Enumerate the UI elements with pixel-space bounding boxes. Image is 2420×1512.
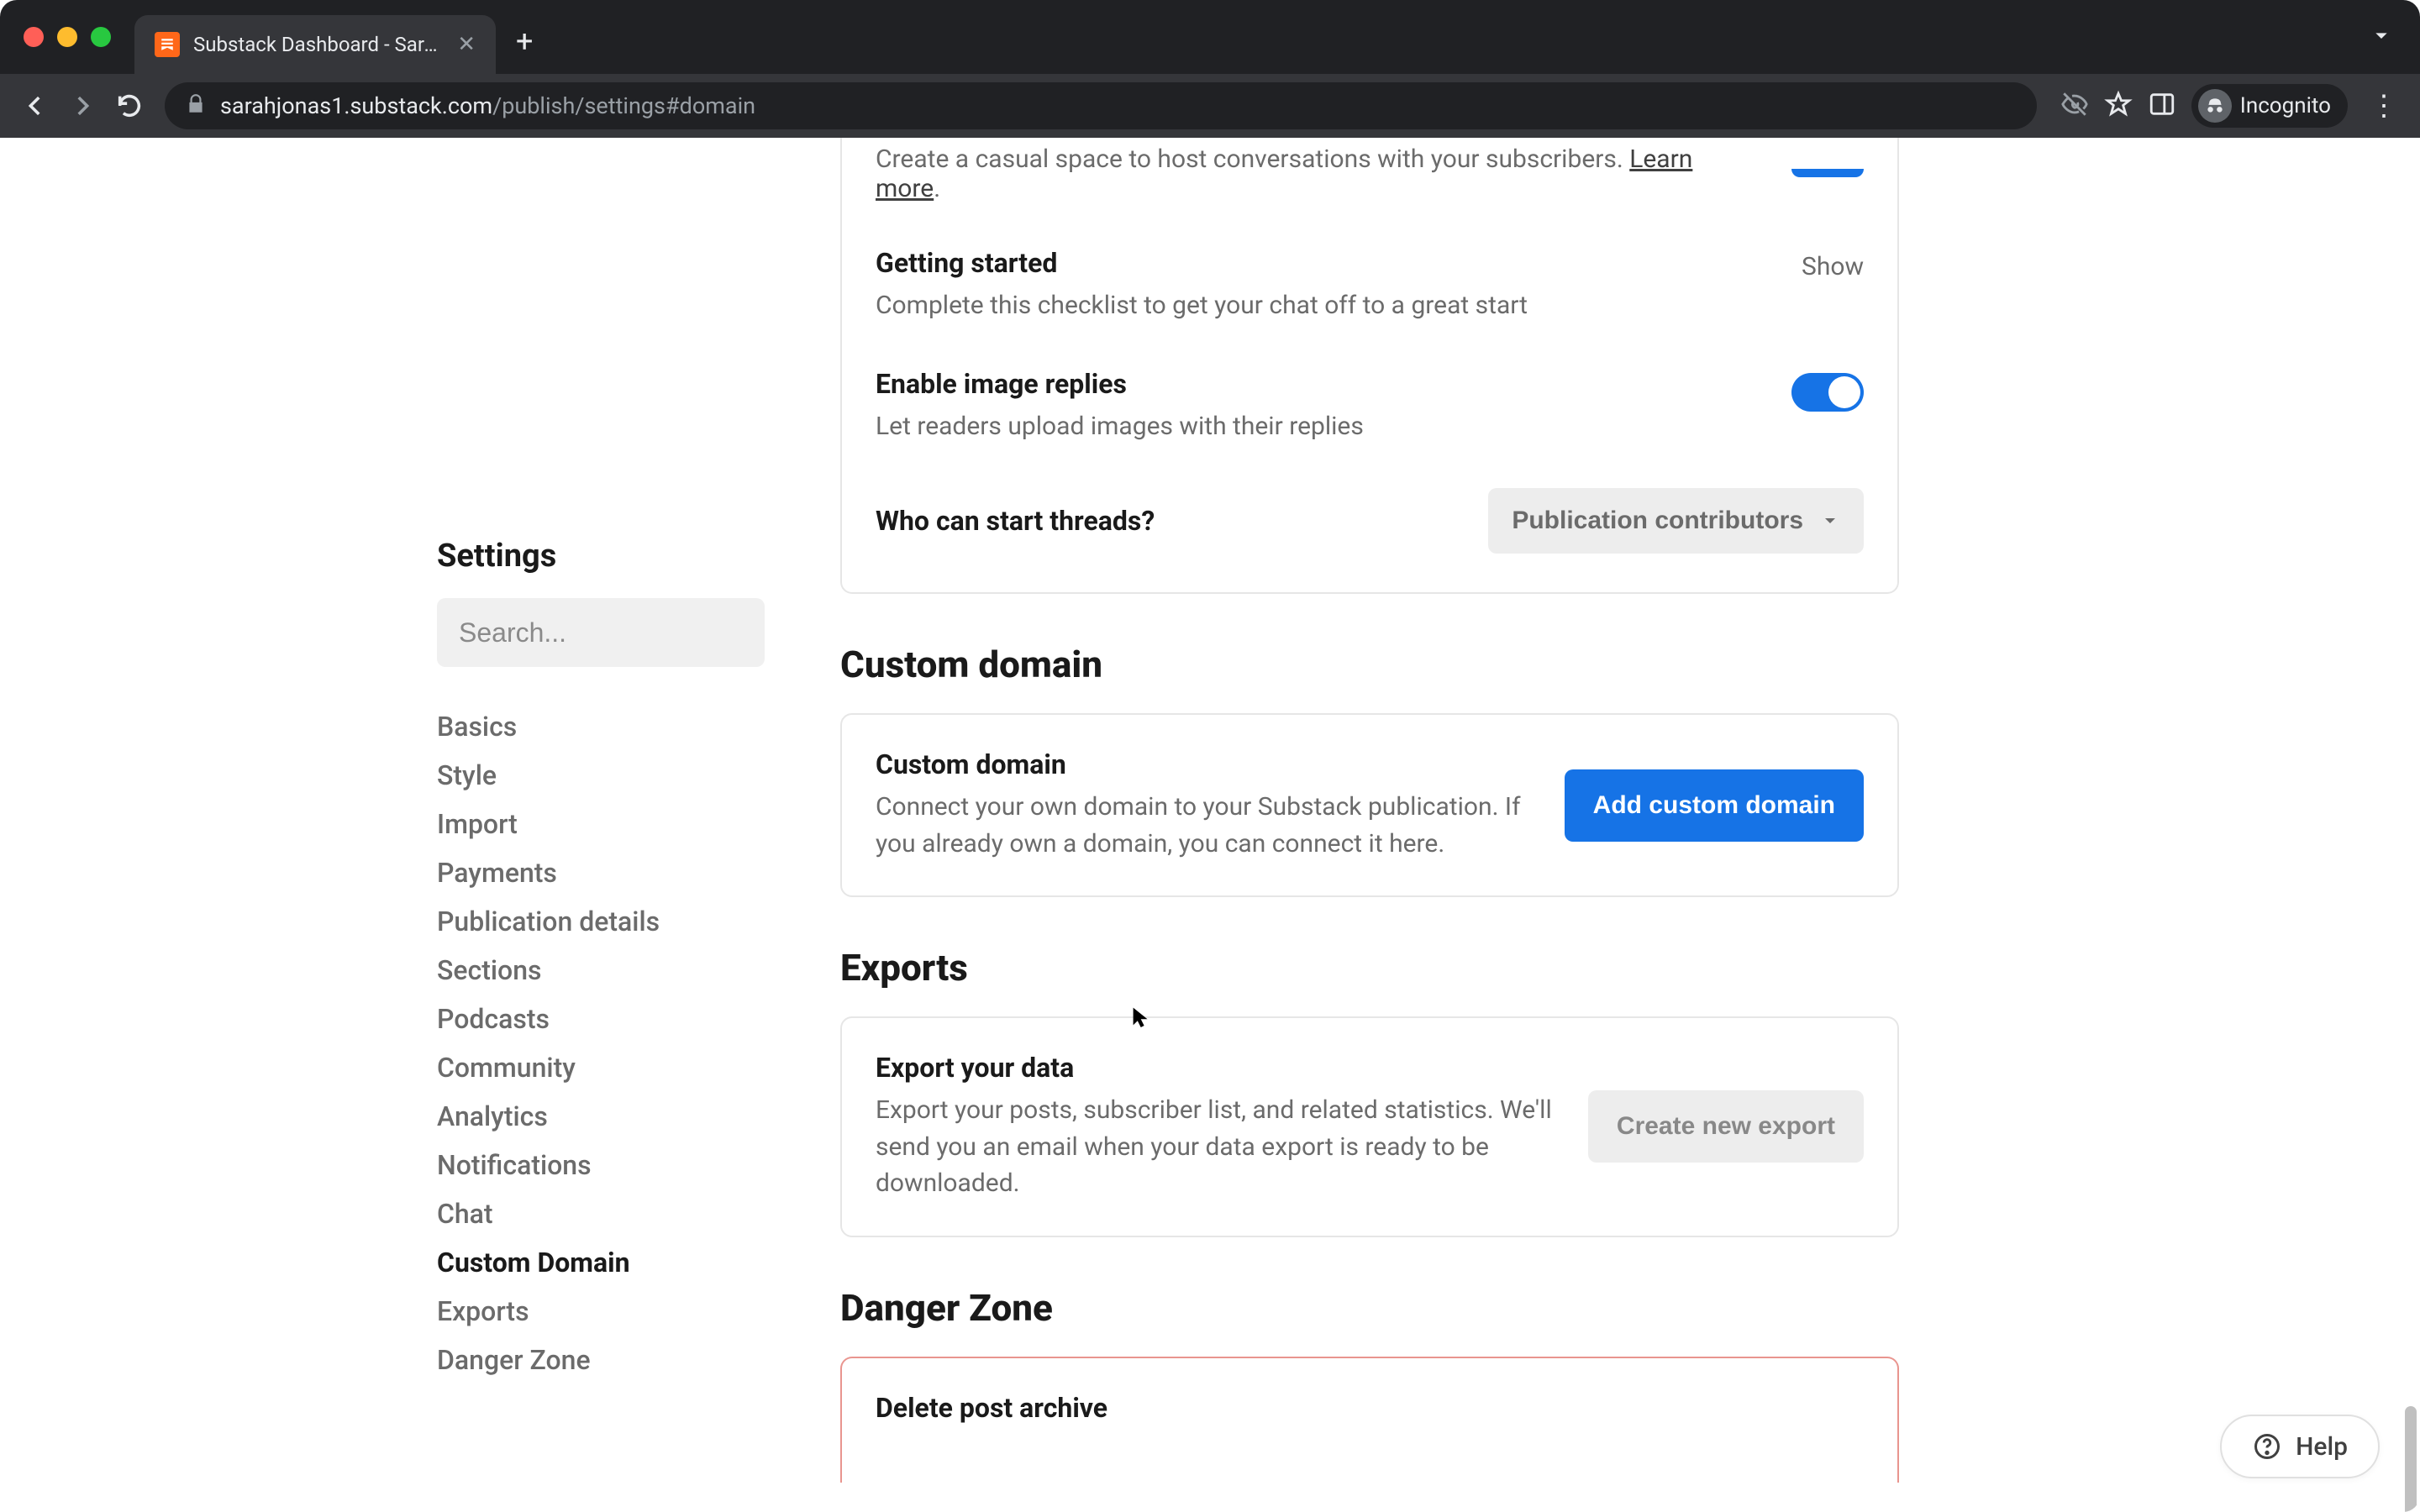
nav-notifications[interactable]: Notifications (437, 1141, 781, 1189)
delete-archive-title: Delete post archive (876, 1392, 1864, 1424)
panel-icon[interactable] (2148, 90, 2176, 122)
nav-podcasts[interactable]: Podcasts (437, 995, 781, 1043)
chat-enable-toggle-partial[interactable] (1791, 169, 1864, 177)
nav-reload-button[interactable] (109, 86, 150, 126)
nav-analytics[interactable]: Analytics (437, 1092, 781, 1141)
mouse-cursor-icon (1131, 1005, 1153, 1031)
danger-zone-card: Delete post archive (840, 1357, 1899, 1483)
tab-close-icon[interactable]: ✕ (457, 34, 476, 55)
settings-main: Create a casual space to host conversati… (840, 138, 1899, 1483)
url-path: /publish/settings#domain (492, 92, 755, 119)
nav-publication-details[interactable]: Publication details (437, 897, 781, 946)
incognito-icon (2198, 89, 2232, 123)
nav-community[interactable]: Community (437, 1043, 781, 1092)
help-icon (2252, 1431, 2282, 1462)
getting-started-title: Getting started (876, 247, 1768, 279)
getting-started-show-link[interactable]: Show (1802, 252, 1864, 281)
page-content: Settings Basics Style Import Payments Pu… (0, 138, 2420, 1512)
threads-title: Who can start threads? (876, 505, 1455, 537)
sidebar-heading: Settings (437, 538, 781, 575)
settings-nav-list: Basics Style Import Payments Publication… (437, 702, 781, 1384)
image-replies-desc: Let readers upload images with their rep… (876, 408, 1758, 445)
nav-back-button[interactable] (15, 86, 55, 126)
help-button[interactable]: Help (2220, 1415, 2380, 1478)
nav-exports[interactable]: Exports (437, 1287, 781, 1336)
getting-started-desc: Complete this checklist to get your chat… (876, 287, 1768, 324)
url-host: sarahjonas1.substack.com (220, 92, 492, 119)
export-title: Export your data (876, 1052, 1555, 1084)
titlebar: Substack Dashboard - Sarah's ✕ + (0, 0, 2420, 74)
address-bar: sarahjonas1.substack.com/publish/setting… (0, 74, 2420, 138)
settings-sidebar: Settings Basics Style Import Payments Pu… (437, 538, 781, 1384)
nav-danger-zone[interactable]: Danger Zone (437, 1336, 781, 1384)
danger-zone-heading: Danger Zone (840, 1286, 1899, 1330)
window-close-button[interactable] (24, 27, 44, 47)
substack-favicon-icon (155, 32, 180, 57)
nav-import[interactable]: Import (437, 800, 781, 848)
incognito-label: Incognito (2240, 93, 2331, 118)
export-desc: Export your posts, subscriber list, and … (876, 1092, 1555, 1202)
expand-tabs-icon[interactable] (2368, 22, 2395, 52)
nav-forward-button[interactable] (62, 86, 103, 126)
scrollbar-thumb[interactable] (2405, 1406, 2417, 1512)
browser-window: Substack Dashboard - Sarah's ✕ + sarahjo… (0, 0, 2420, 1512)
window-controls (24, 27, 111, 47)
nav-payments[interactable]: Payments (437, 848, 781, 897)
threads-select[interactable]: Publication contributors (1488, 488, 1864, 554)
nav-chat[interactable]: Chat (437, 1189, 781, 1238)
browser-menu-icon[interactable]: ⋮ (2363, 89, 2405, 123)
image-replies-toggle[interactable] (1791, 373, 1864, 412)
chevron-down-icon (1820, 511, 1840, 531)
tab-title: Substack Dashboard - Sarah's (193, 33, 444, 56)
star-icon[interactable] (2104, 90, 2133, 122)
exports-heading: Exports (840, 946, 1899, 990)
chat-intro-desc: Create a casual space to host conversati… (876, 144, 1692, 203)
custom-domain-card: Custom domain Connect your own domain to… (840, 713, 1899, 897)
window-maximize-button[interactable] (91, 27, 111, 47)
custom-domain-heading: Custom domain (840, 643, 1899, 686)
url-omnibox[interactable]: sarahjonas1.substack.com/publish/setting… (165, 82, 2037, 129)
add-custom-domain-button[interactable]: Add custom domain (1565, 769, 1864, 842)
new-tab-button[interactable]: + (516, 24, 533, 59)
settings-search-input[interactable] (437, 598, 765, 667)
help-label: Help (2296, 1432, 2348, 1462)
browser-tab[interactable]: Substack Dashboard - Sarah's ✕ (134, 15, 496, 74)
custom-domain-title: Custom domain (876, 748, 1531, 780)
threads-select-value: Publication contributors (1512, 507, 1803, 535)
nav-basics[interactable]: Basics (437, 702, 781, 751)
incognito-badge[interactable]: Incognito (2191, 84, 2348, 128)
image-replies-title: Enable image replies (876, 368, 1758, 400)
url-text: sarahjonas1.substack.com/publish/setting… (220, 92, 755, 119)
window-minimize-button[interactable] (57, 27, 77, 47)
nav-style[interactable]: Style (437, 751, 781, 800)
custom-domain-desc: Connect your own domain to your Substack… (876, 789, 1531, 862)
nav-sections[interactable]: Sections (437, 946, 781, 995)
exports-card: Export your data Export your posts, subs… (840, 1016, 1899, 1237)
chat-card: Create a casual space to host conversati… (840, 138, 1899, 594)
nav-custom-domain[interactable]: Custom Domain (437, 1238, 781, 1287)
lock-icon (185, 93, 207, 118)
eye-off-icon[interactable] (2060, 90, 2089, 122)
create-export-button[interactable]: Create new export (1588, 1090, 1864, 1163)
